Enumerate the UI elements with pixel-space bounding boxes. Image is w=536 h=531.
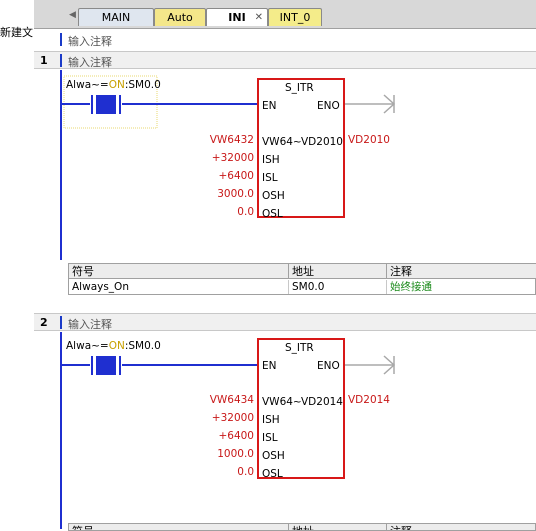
param-out[interactable]: VD2010 <box>348 134 390 146</box>
tab-ini[interactable]: INI ✕ <box>206 8 268 26</box>
param-ish[interactable]: +32000 <box>184 152 254 164</box>
symbol-column-header[interactable]: 符号 <box>69 264 289 279</box>
contact-state: ON <box>108 79 125 91</box>
pin-osl: OSL <box>262 208 283 220</box>
comment-marker <box>60 316 62 329</box>
close-icon[interactable]: ✕ <box>255 9 263 27</box>
param-out[interactable]: VD2014 <box>348 394 390 406</box>
contact-active-fill <box>96 95 116 114</box>
param-osl[interactable]: 0.0 <box>184 206 254 218</box>
tab-ini-label: INI <box>228 11 246 24</box>
contact-prefix: Alwa~= <box>66 79 109 91</box>
scroll-left-arrow-icon[interactable]: ◀ <box>69 10 76 20</box>
symbol-cell[interactable]: Always_On <box>69 280 289 294</box>
tab-auto-label: Auto <box>167 11 193 24</box>
contact-label[interactable]: Alwa~=ON:SM0.0 <box>66 79 161 91</box>
ladder-editor[interactable]: 输入注释 1 输入注释 Alwa~=ON:SM0.0 S_ITR EN ENO … <box>34 29 536 531</box>
pin-en: EN <box>262 100 277 112</box>
pin-isl: ISL <box>262 432 278 444</box>
param-osh[interactable]: 3000.0 <box>184 188 254 200</box>
pin-eno: ENO <box>317 360 340 372</box>
pin-out: VD2014 <box>301 396 343 408</box>
tab-int0[interactable]: INT_0 <box>268 8 322 26</box>
network-comment[interactable]: 输入注释 <box>68 316 112 332</box>
network-2-header[interactable]: 2 输入注释 <box>34 313 536 331</box>
param-isl[interactable]: +6400 <box>184 170 254 182</box>
power-rail <box>60 332 62 529</box>
block-title: S_ITR <box>285 342 314 354</box>
comment-column-header[interactable]: 注释 <box>387 524 535 530</box>
tab-int0-label: INT_0 <box>279 11 311 24</box>
s-itr-block[interactable]: S_ITR EN ENO VW64~ VD2014 ISH ISL OSH OS… <box>257 338 345 480</box>
contact-state: ON <box>108 340 125 352</box>
pin-ish: ISH <box>262 154 280 166</box>
param-ish[interactable]: +32000 <box>184 412 254 424</box>
pin-in: VW64~ <box>262 396 302 408</box>
contact-prefix: Alwa~= <box>66 340 109 352</box>
tab-main[interactable]: MAIN <box>78 8 154 26</box>
comment-column-header[interactable]: 注释 <box>387 264 536 279</box>
pin-eno: ENO <box>317 100 340 112</box>
pin-osl: OSL <box>262 468 283 480</box>
pin-isl: ISL <box>262 172 278 184</box>
param-in[interactable]: VW6434 <box>184 394 254 406</box>
symbol-column-header[interactable]: 符号 <box>69 524 289 530</box>
pin-in: VW64~ <box>262 136 302 148</box>
project-tree-panel: 新建文 <box>0 0 35 529</box>
s-itr-block[interactable]: S_ITR EN ENO VW64~ VD2010 ISH ISL OSH OS… <box>257 78 345 220</box>
pin-osh: OSH <box>262 450 285 462</box>
pin-out: VD2010 <box>301 136 343 148</box>
address-column-header[interactable]: 地址 <box>289 524 387 530</box>
tab-bar: ◀ MAIN Auto INI ✕ INT_0 <box>34 0 536 29</box>
param-osh[interactable]: 1000.0 <box>184 448 254 460</box>
network-number: 2 <box>40 316 48 329</box>
symbol-table: 符号 地址 注释 <box>68 523 536 531</box>
pin-osh: OSH <box>262 190 285 202</box>
param-in[interactable]: VW6432 <box>184 134 254 146</box>
project-tree-label[interactable]: 新建文 <box>0 24 33 40</box>
contact-address: :SM0.0 <box>124 340 161 352</box>
address-cell[interactable]: SM0.0 <box>289 280 387 294</box>
tab-auto[interactable]: Auto <box>154 8 206 26</box>
param-osl[interactable]: 0.0 <box>184 466 254 478</box>
address-column-header[interactable]: 地址 <box>289 264 387 279</box>
contact-active-fill <box>96 356 116 375</box>
block-title: S_ITR <box>285 82 314 94</box>
contact-address: :SM0.0 <box>124 79 161 91</box>
pin-ish: ISH <box>262 414 280 426</box>
tab-main-label: MAIN <box>101 11 131 24</box>
contact-label[interactable]: Alwa~=ON:SM0.0 <box>66 340 161 352</box>
param-isl[interactable]: +6400 <box>184 430 254 442</box>
comment-cell[interactable]: 始终接通 <box>387 280 536 294</box>
pin-en: EN <box>262 360 277 372</box>
symbol-table: 符号 地址 注释 Always_On SM0.0 始终接通 <box>68 263 536 295</box>
